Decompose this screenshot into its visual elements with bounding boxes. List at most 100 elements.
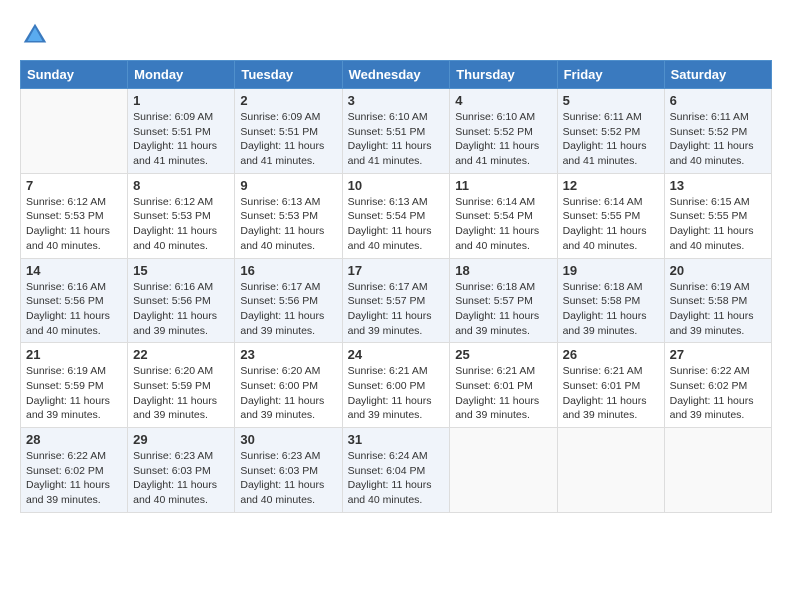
calendar-cell: 24 Sunrise: 6:21 AM Sunset: 6:00 PM Dayli…	[342, 343, 450, 428]
day-info: Sunrise: 6:21 AM Sunset: 6:01 PM Dayligh…	[563, 364, 659, 423]
day-number: 26	[563, 347, 659, 362]
day-number: 6	[670, 93, 766, 108]
calendar-week-row: 14 Sunrise: 6:16 AM Sunset: 5:56 PM Dayli…	[21, 258, 772, 343]
calendar-header-row: SundayMondayTuesdayWednesdayThursdayFrid…	[21, 61, 772, 89]
calendar-cell	[664, 428, 771, 513]
calendar-cell: 29 Sunrise: 6:23 AM Sunset: 6:03 PM Dayli…	[128, 428, 235, 513]
day-info: Sunrise: 6:22 AM Sunset: 6:02 PM Dayligh…	[670, 364, 766, 423]
day-number: 4	[455, 93, 551, 108]
calendar-cell: 20 Sunrise: 6:19 AM Sunset: 5:58 PM Dayli…	[664, 258, 771, 343]
day-number: 23	[240, 347, 336, 362]
day-number: 28	[26, 432, 122, 447]
day-info: Sunrise: 6:18 AM Sunset: 5:57 PM Dayligh…	[455, 280, 551, 339]
day-info: Sunrise: 6:18 AM Sunset: 5:58 PM Dayligh…	[563, 280, 659, 339]
day-header-monday: Monday	[128, 61, 235, 89]
day-info: Sunrise: 6:19 AM Sunset: 5:58 PM Dayligh…	[670, 280, 766, 339]
calendar-cell: 6Sunrise: 6:11 AM Sunset: 5:52 PM Daylig…	[664, 89, 771, 174]
day-info: Sunrise: 6:24 AM Sunset: 6:04 PM Dayligh…	[348, 449, 445, 508]
day-info: Sunrise: 6:13 AM Sunset: 5:54 PM Dayligh…	[348, 195, 445, 254]
calendar-cell: 11Sunrise: 6:14 AM Sunset: 5:54 PM Dayli…	[450, 173, 557, 258]
calendar-cell: 12Sunrise: 6:14 AM Sunset: 5:55 PM Dayli…	[557, 173, 664, 258]
day-number: 9	[240, 178, 336, 193]
day-number: 19	[563, 263, 659, 278]
day-number: 25	[455, 347, 551, 362]
day-number: 18	[455, 263, 551, 278]
day-header-sunday: Sunday	[21, 61, 128, 89]
day-number: 21	[26, 347, 122, 362]
day-number: 12	[563, 178, 659, 193]
day-info: Sunrise: 6:16 AM Sunset: 5:56 PM Dayligh…	[26, 280, 122, 339]
day-header-tuesday: Tuesday	[235, 61, 342, 89]
calendar-cell: 8 Sunrise: 6:12 AM Sunset: 5:53 PM Daylig…	[128, 173, 235, 258]
day-info: Sunrise: 6:22 AM Sunset: 6:02 PM Dayligh…	[26, 449, 122, 508]
day-number: 3	[348, 93, 445, 108]
day-number: 27	[670, 347, 766, 362]
day-info: Sunrise: 6:23 AM Sunset: 6:03 PM Dayligh…	[240, 449, 336, 508]
calendar-cell: 2 Sunrise: 6:09 AM Sunset: 5:51 PM Daylig…	[235, 89, 342, 174]
day-number: 7	[26, 178, 122, 193]
day-number: 13	[670, 178, 766, 193]
day-number: 10	[348, 178, 445, 193]
day-number: 8	[133, 178, 229, 193]
day-info: Sunrise: 6:20 AM Sunset: 6:00 PM Dayligh…	[240, 364, 336, 423]
calendar-cell: 10 Sunrise: 6:13 AM Sunset: 5:54 PM Dayli…	[342, 173, 450, 258]
calendar-cell: 18 Sunrise: 6:18 AM Sunset: 5:57 PM Dayli…	[450, 258, 557, 343]
calendar-cell: 5 Sunrise: 6:11 AM Sunset: 5:52 PM Daylig…	[557, 89, 664, 174]
day-number: 14	[26, 263, 122, 278]
day-info: Sunrise: 6:21 AM Sunset: 6:00 PM Dayligh…	[348, 364, 445, 423]
calendar-cell: 27 Sunrise: 6:22 AM Sunset: 6:02 PM Dayli…	[664, 343, 771, 428]
logo	[20, 20, 54, 50]
calendar-week-row: 1 Sunrise: 6:09 AM Sunset: 5:51 PM Daylig…	[21, 89, 772, 174]
day-info: Sunrise: 6:15 AM Sunset: 5:55 PM Dayligh…	[670, 195, 766, 254]
day-number: 22	[133, 347, 229, 362]
calendar-cell: 30Sunrise: 6:23 AM Sunset: 6:03 PM Dayli…	[235, 428, 342, 513]
day-header-thursday: Thursday	[450, 61, 557, 89]
day-number: 2	[240, 93, 336, 108]
logo-icon	[20, 20, 50, 50]
day-info: Sunrise: 6:16 AM Sunset: 5:56 PM Dayligh…	[133, 280, 229, 339]
calendar-cell: 9 Sunrise: 6:13 AM Sunset: 5:53 PM Daylig…	[235, 173, 342, 258]
calendar-cell: 26 Sunrise: 6:21 AM Sunset: 6:01 PM Dayli…	[557, 343, 664, 428]
day-info: Sunrise: 6:23 AM Sunset: 6:03 PM Dayligh…	[133, 449, 229, 508]
calendar-cell: 15 Sunrise: 6:16 AM Sunset: 5:56 PM Dayli…	[128, 258, 235, 343]
day-number: 24	[348, 347, 445, 362]
page-header	[20, 20, 772, 50]
day-number: 16	[240, 263, 336, 278]
calendar-cell: 17 Sunrise: 6:17 AM Sunset: 5:57 PM Dayli…	[342, 258, 450, 343]
calendar-week-row: 21Sunrise: 6:19 AM Sunset: 5:59 PM Dayli…	[21, 343, 772, 428]
day-info: Sunrise: 6:12 AM Sunset: 5:53 PM Dayligh…	[133, 195, 229, 254]
calendar-cell: 19 Sunrise: 6:18 AM Sunset: 5:58 PM Dayli…	[557, 258, 664, 343]
day-info: Sunrise: 6:21 AM Sunset: 6:01 PM Dayligh…	[455, 364, 551, 423]
day-number: 31	[348, 432, 445, 447]
day-info: Sunrise: 6:10 AM Sunset: 5:52 PM Dayligh…	[455, 110, 551, 169]
day-number: 15	[133, 263, 229, 278]
day-info: Sunrise: 6:13 AM Sunset: 5:53 PM Dayligh…	[240, 195, 336, 254]
calendar-cell: 23 Sunrise: 6:20 AM Sunset: 6:00 PM Dayli…	[235, 343, 342, 428]
day-number: 29	[133, 432, 229, 447]
day-number: 5	[563, 93, 659, 108]
calendar-cell: 28 Sunrise: 6:22 AM Sunset: 6:02 PM Dayli…	[21, 428, 128, 513]
day-number: 17	[348, 263, 445, 278]
day-info: Sunrise: 6:12 AM Sunset: 5:53 PM Dayligh…	[26, 195, 122, 254]
calendar-cell: 7 Sunrise: 6:12 AM Sunset: 5:53 PM Daylig…	[21, 173, 128, 258]
calendar-cell: 13 Sunrise: 6:15 AM Sunset: 5:55 PM Dayli…	[664, 173, 771, 258]
calendar-cell	[450, 428, 557, 513]
calendar-cell	[557, 428, 664, 513]
day-info: Sunrise: 6:10 AM Sunset: 5:51 PM Dayligh…	[348, 110, 445, 169]
calendar-cell	[21, 89, 128, 174]
day-info: Sunrise: 6:17 AM Sunset: 5:56 PM Dayligh…	[240, 280, 336, 339]
day-header-friday: Friday	[557, 61, 664, 89]
day-info: Sunrise: 6:17 AM Sunset: 5:57 PM Dayligh…	[348, 280, 445, 339]
day-info: Sunrise: 6:20 AM Sunset: 5:59 PM Dayligh…	[133, 364, 229, 423]
day-info: Sunrise: 6:14 AM Sunset: 5:54 PM Dayligh…	[455, 195, 551, 254]
calendar-week-row: 7 Sunrise: 6:12 AM Sunset: 5:53 PM Daylig…	[21, 173, 772, 258]
calendar-cell: 1Sunrise: 6:09 AM Sunset: 5:51 PM Daylig…	[128, 89, 235, 174]
day-info: Sunrise: 6:11 AM Sunset: 5:52 PM Dayligh…	[563, 110, 659, 169]
day-info: Sunrise: 6:09 AM Sunset: 5:51 PM Dayligh…	[240, 110, 336, 169]
calendar-cell: 4 Sunrise: 6:10 AM Sunset: 5:52 PM Daylig…	[450, 89, 557, 174]
calendar-cell: 21Sunrise: 6:19 AM Sunset: 5:59 PM Dayli…	[21, 343, 128, 428]
calendar-cell: 22 Sunrise: 6:20 AM Sunset: 5:59 PM Dayli…	[128, 343, 235, 428]
day-number: 20	[670, 263, 766, 278]
calendar-cell: 16 Sunrise: 6:17 AM Sunset: 5:56 PM Dayli…	[235, 258, 342, 343]
day-number: 1	[133, 93, 229, 108]
